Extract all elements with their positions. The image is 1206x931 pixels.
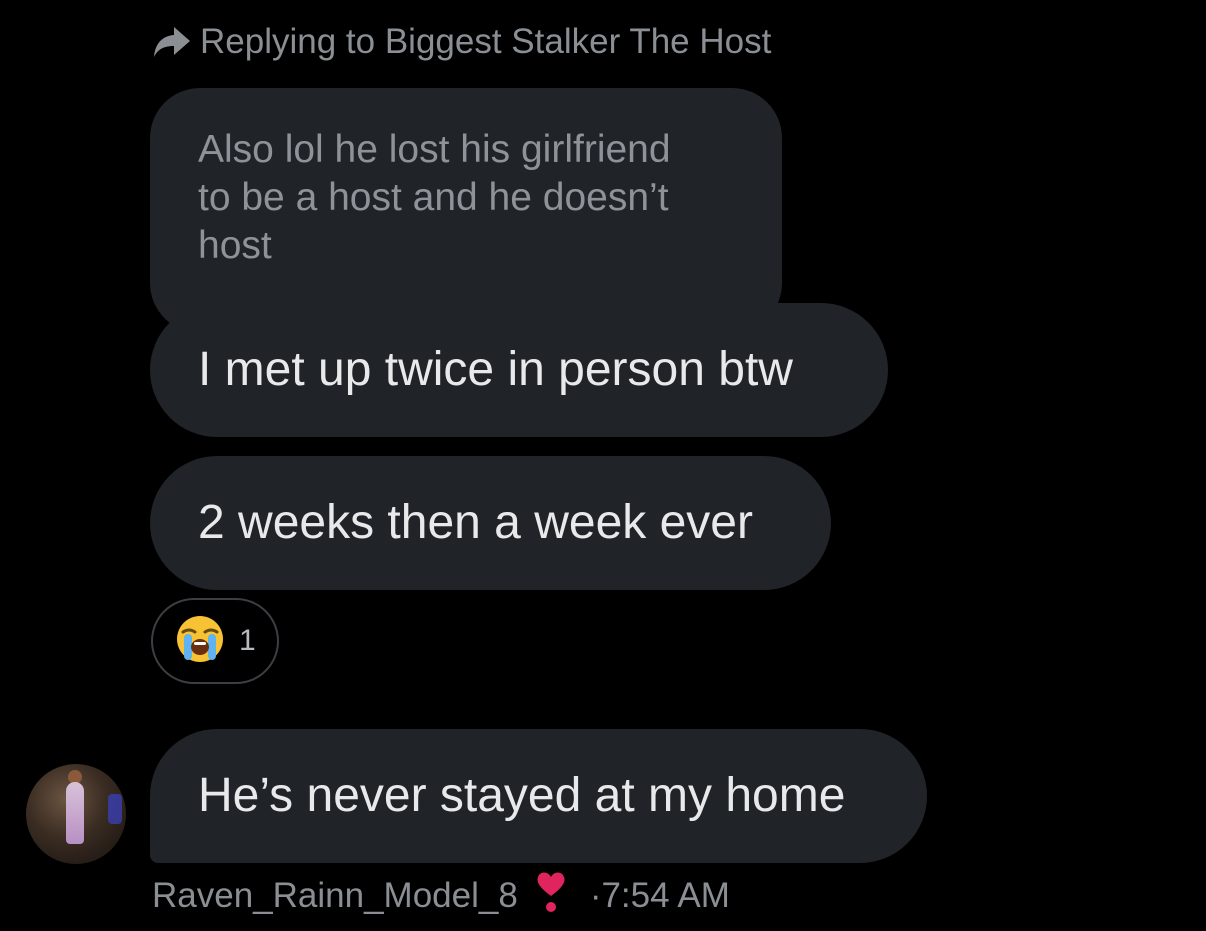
message-footer: Raven_Rainn_Model_8 · 7:54 AM — [152, 872, 730, 918]
message-bubble[interactable]: 2 weeks then a week ever — [150, 456, 831, 590]
quoted-message-bubble[interactable]: Also lol he lost his girlfriend to be a … — [150, 88, 782, 333]
message-bubble[interactable]: I met up twice in person btw — [150, 303, 888, 437]
message-text: 2 weeks then a week ever — [198, 496, 753, 549]
avatar-background-light — [108, 794, 122, 824]
loudly-crying-face-icon — [175, 614, 225, 669]
avatar-figure — [66, 782, 84, 844]
reaction-pill[interactable]: 1 — [151, 598, 279, 684]
message-text: I met up twice in person btw — [198, 343, 793, 396]
reply-header[interactable]: Replying to Biggest Stalker The Host — [152, 20, 771, 64]
heart-exclamation-icon — [536, 870, 566, 923]
footer-separator: · — [589, 876, 602, 915]
avatar[interactable] — [26, 764, 126, 864]
quoted-message-text: Also lol he lost his girlfriend to be a … — [198, 128, 671, 267]
reply-header-text: Replying to Biggest Stalker The Host — [200, 22, 772, 61]
message-bubble[interactable]: He’s never stayed at my home — [150, 729, 927, 863]
reaction-count: 1 — [239, 624, 256, 657]
sender-username[interactable]: Raven_Rainn_Model_8 — [152, 876, 518, 916]
message-time: 7:54 AM — [601, 876, 730, 915]
message-text: He’s never stayed at my home — [198, 769, 846, 822]
reply-arrow-icon — [152, 25, 192, 59]
